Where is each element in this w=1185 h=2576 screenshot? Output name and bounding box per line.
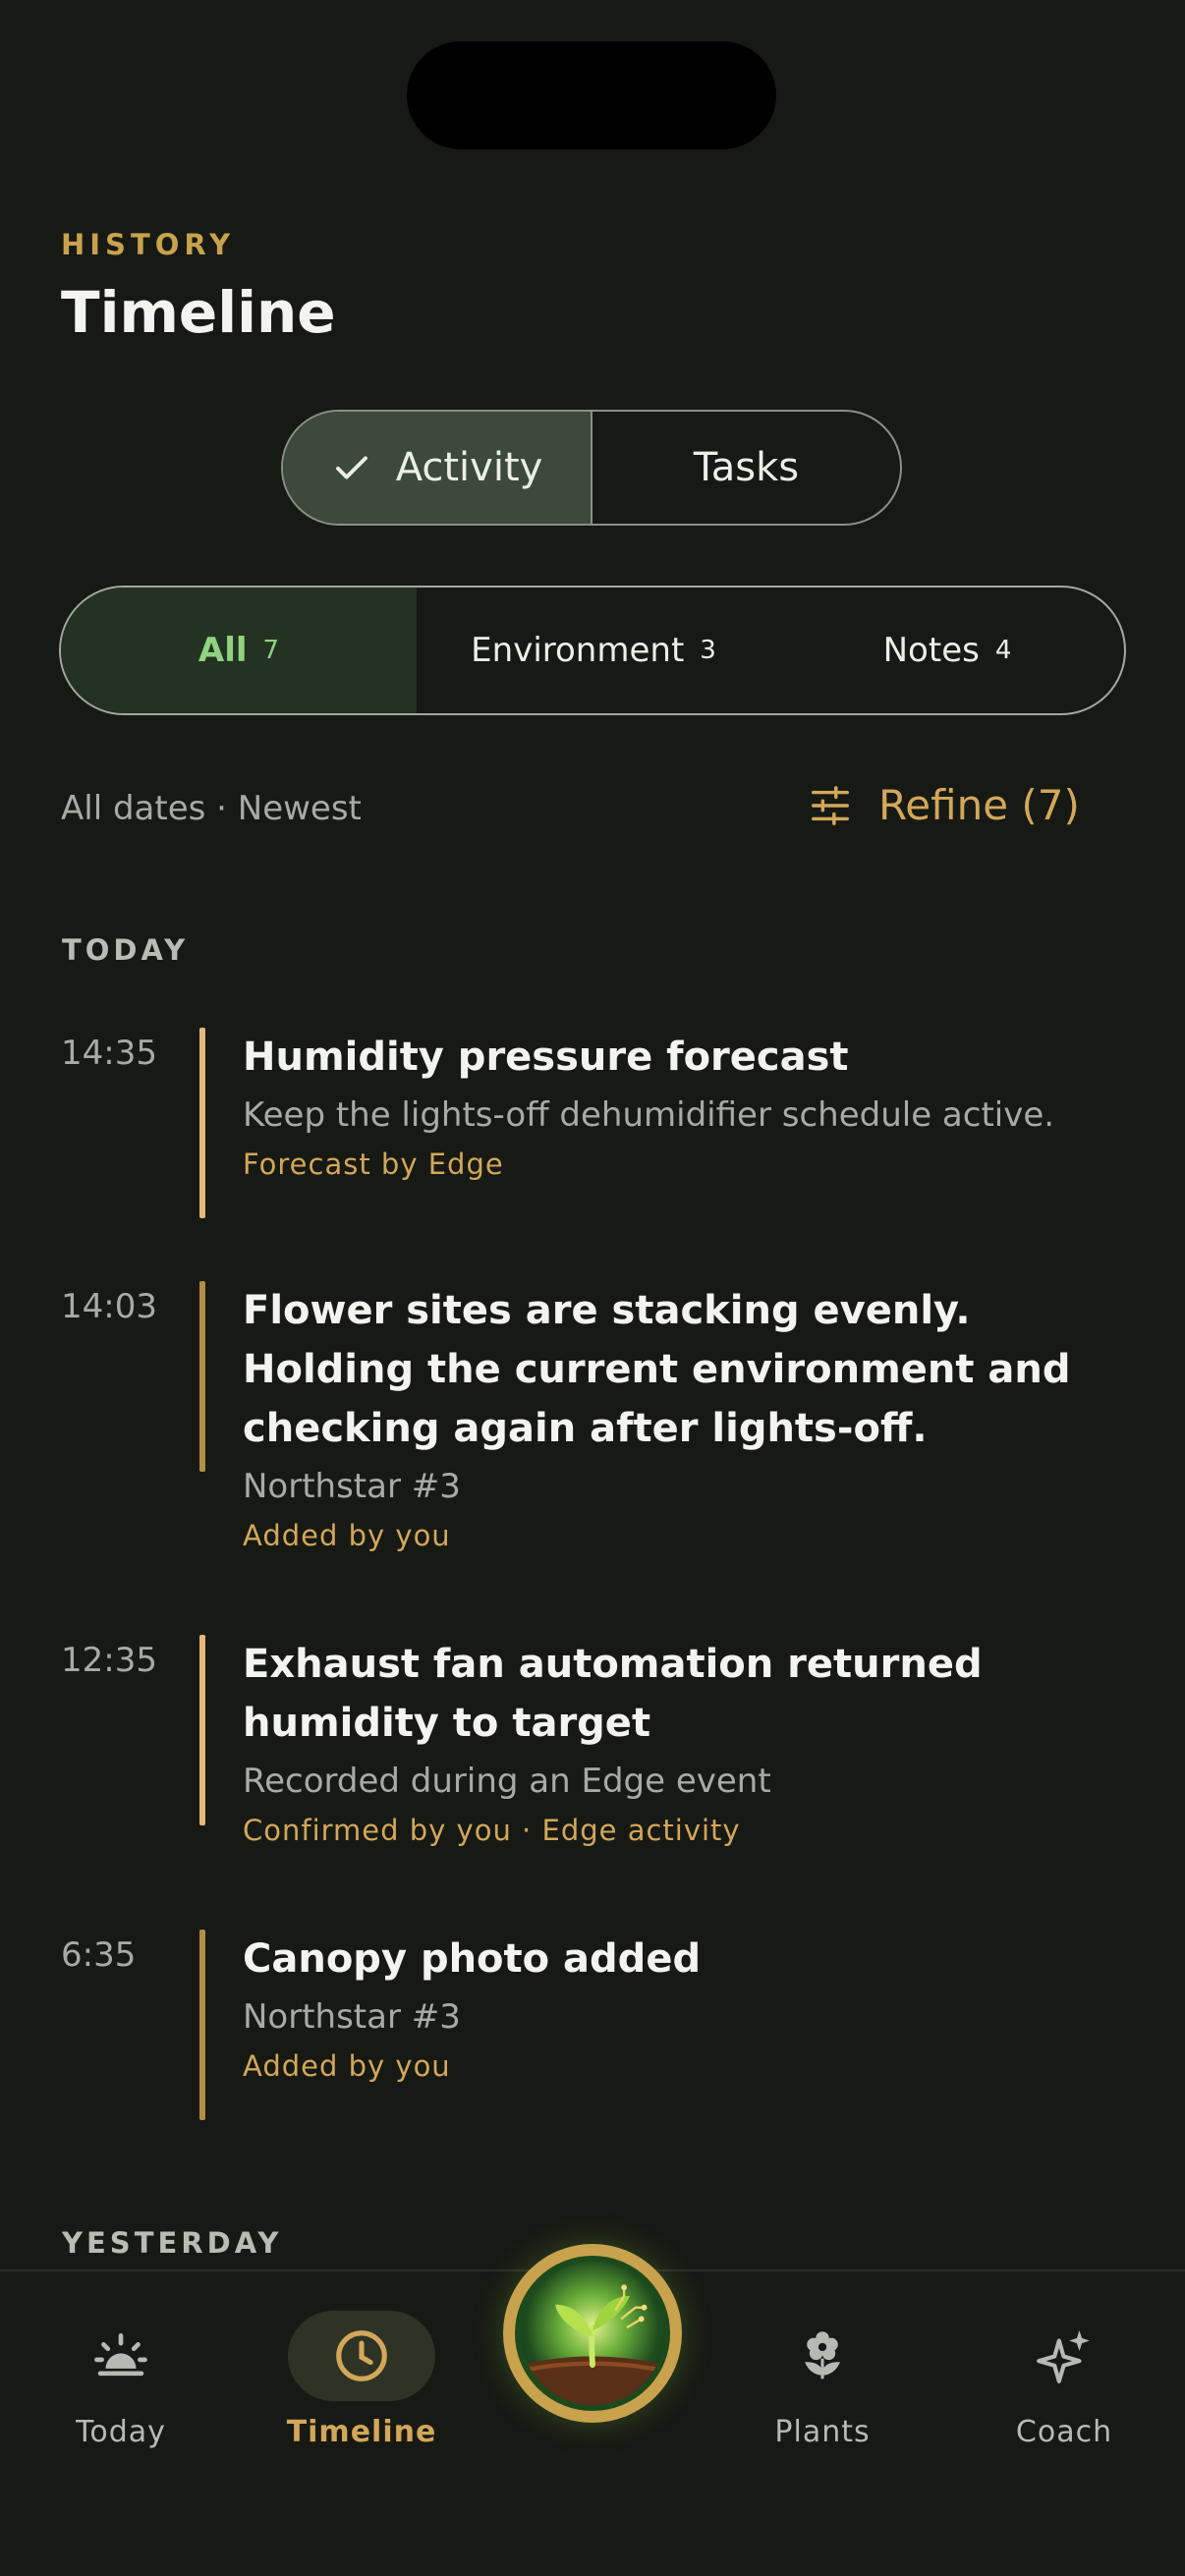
sunrise-icon bbox=[94, 2333, 147, 2377]
page-title: Timeline bbox=[61, 279, 336, 346]
refine-button[interactable]: Refine (7) bbox=[808, 781, 1080, 829]
entry-subtitle: Northstar #3 bbox=[243, 1997, 461, 2037]
entry-subtitle: Recorded during an Edge event bbox=[243, 1762, 771, 1801]
filter-environment-label: Environment bbox=[471, 631, 685, 670]
nav-item-today[interactable]: Today bbox=[23, 2311, 219, 2449]
entry-accent-bar bbox=[199, 1930, 205, 2120]
checkmark-icon bbox=[335, 456, 367, 479]
entry-title: Canopy photo added bbox=[243, 1936, 702, 1982]
flower-icon bbox=[804, 2331, 841, 2380]
entry-title: Flower sites are stacking evenly. Holdin… bbox=[243, 1288, 1071, 1451]
filter-environment[interactable]: Environment 3 bbox=[417, 588, 770, 713]
sparkles-icon bbox=[1037, 2330, 1090, 2383]
tasks-tab[interactable]: Tasks bbox=[592, 412, 900, 524]
tasks-tab-label: Tasks bbox=[693, 445, 800, 490]
entry-time: 12:35 bbox=[61, 1641, 157, 1680]
category-filters: All 7 Environment 3 Notes 4 bbox=[59, 586, 1126, 715]
nav-label-plants: Plants bbox=[774, 2415, 871, 2449]
entry-title: Exhaust fan automation returned humidity… bbox=[243, 1642, 983, 1746]
entry-time: 6:35 bbox=[61, 1935, 137, 1975]
entry-meta: Added by you bbox=[243, 2049, 451, 2083]
filter-notes-count: 4 bbox=[994, 636, 1012, 665]
filter-environment-count: 3 bbox=[700, 636, 716, 665]
filter-all[interactable]: All 7 bbox=[61, 588, 417, 713]
nav-item-coach[interactable]: Coach bbox=[966, 2311, 1162, 2449]
activity-tab-label: Activity bbox=[395, 445, 543, 490]
filter-all-count: 7 bbox=[262, 636, 280, 665]
refine-label: Refine (7) bbox=[878, 781, 1080, 829]
view-toggle: Activity Tasks bbox=[281, 410, 902, 526]
nav-item-timeline[interactable]: Timeline bbox=[263, 2311, 460, 2449]
entry-time: 14:35 bbox=[61, 1034, 157, 1073]
entry-title: Humidity pressure forecast bbox=[243, 1035, 849, 1080]
entry-accent-bar bbox=[199, 1281, 205, 1472]
page-eyebrow: HISTORY bbox=[61, 228, 236, 261]
entry-accent-bar bbox=[199, 1028, 205, 1218]
nav-label-timeline: Timeline bbox=[286, 2415, 437, 2449]
entry-time: 14:03 bbox=[61, 1287, 157, 1326]
sprout-logo-icon bbox=[515, 2256, 670, 2411]
entry-meta: Forecast by Edge bbox=[243, 1148, 504, 1181]
sort-summary[interactable]: All dates · Newest bbox=[61, 789, 362, 828]
center-action-button[interactable] bbox=[503, 2244, 682, 2423]
timeline-screen: HISTORY Timeline Activity Tasks All 7 En… bbox=[0, 0, 1185, 2576]
entry-accent-bar bbox=[199, 1635, 205, 1825]
entry-subtitle: Northstar #3 bbox=[243, 1467, 461, 1506]
sprout-illustration bbox=[521, 2284, 664, 2405]
entry-meta: Confirmed by you · Edge activity bbox=[243, 1814, 741, 1847]
nav-label-coach: Coach bbox=[1015, 2415, 1113, 2449]
filter-notes[interactable]: Notes 4 bbox=[770, 588, 1124, 713]
clock-icon bbox=[336, 2330, 387, 2381]
section-header-yesterday: YESTERDAY bbox=[62, 2226, 283, 2260]
section-header-today: TODAY bbox=[62, 933, 190, 967]
nav-label-today: Today bbox=[76, 2415, 166, 2449]
activity-tab[interactable]: Activity bbox=[283, 412, 592, 524]
sliders-icon bbox=[812, 785, 849, 825]
filter-all-label: All bbox=[198, 631, 248, 670]
filter-notes-label: Notes bbox=[882, 631, 980, 670]
entry-meta: Added by you bbox=[243, 1519, 451, 1552]
nav-item-plants[interactable]: Plants bbox=[724, 2311, 921, 2449]
dynamic-island bbox=[407, 41, 776, 149]
entry-subtitle: Keep the lights-off dehumidifier schedul… bbox=[243, 1095, 1055, 1135]
